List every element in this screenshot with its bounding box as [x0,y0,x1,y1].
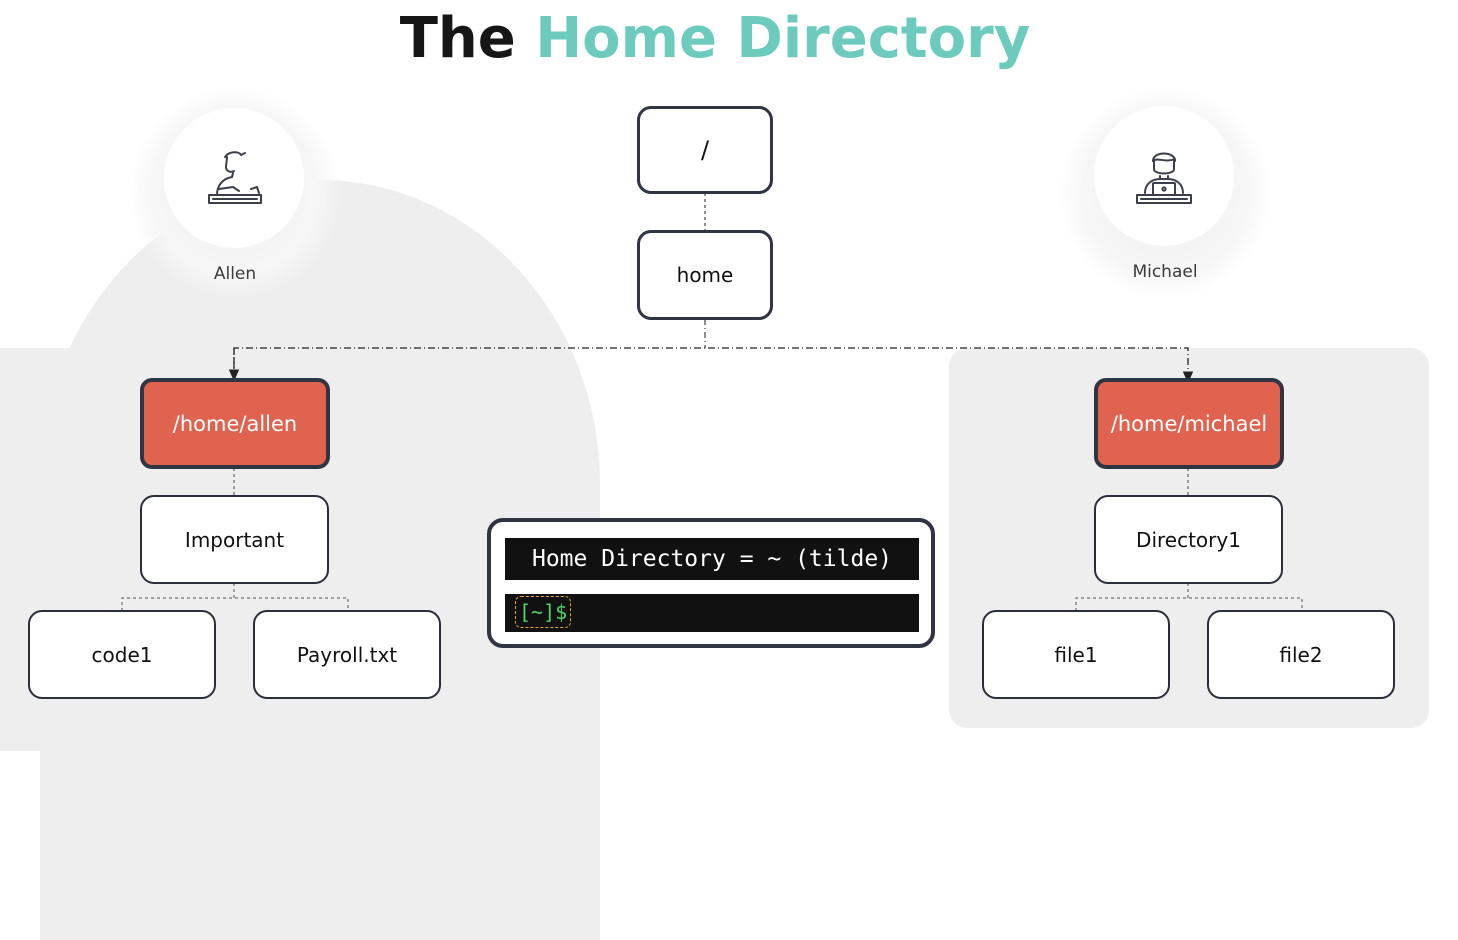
allen-avatar [164,108,304,248]
home-node: home [637,230,773,320]
michael-file2-node: file2 [1207,610,1395,699]
allen-label: Allen [213,264,257,284]
allen-important-node: Important [140,495,329,584]
michael-avatar [1094,106,1234,246]
terminal-window: Home Directory = ~ (tilde) [~]$ [487,518,935,648]
michael-label: Michael [1132,262,1198,282]
michael-home-node: /home/michael [1094,378,1284,469]
terminal-heading: Home Directory = ~ (tilde) [505,538,919,580]
allen-code1-node: code1 [28,610,216,699]
user-sketch-icon [208,151,262,204]
allen-payroll-node: Payroll.txt [253,610,441,699]
home-branch-link [233,347,1194,384]
terminal-prompt: [~]$ [515,596,572,628]
michael-file1-node: file1 [982,610,1170,699]
user-laptop-icon [1136,152,1192,204]
terminal-prompt-line[interactable]: [~]$ [505,594,919,632]
allen-home-node: /home/allen [140,378,330,469]
michael-directory1-node: Directory1 [1094,495,1283,584]
root-node: / [637,106,773,194]
